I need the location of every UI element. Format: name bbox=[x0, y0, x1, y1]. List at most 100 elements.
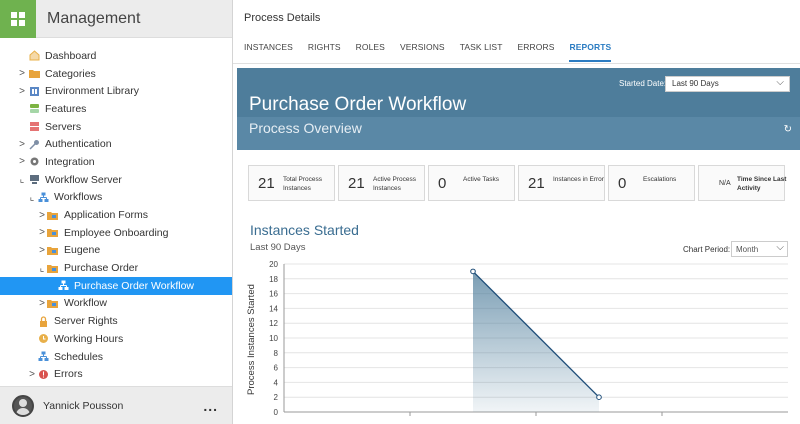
sidebar-item-authentication[interactable]: > Authentication bbox=[0, 135, 232, 153]
sidebar-item-employee-onboarding[interactable]: > Employee Onboarding bbox=[0, 224, 232, 242]
tab-instances[interactable]: INSTANCES bbox=[244, 42, 293, 62]
expand-chevron-icon[interactable]: > bbox=[37, 298, 47, 309]
data-point bbox=[470, 268, 476, 275]
sidebar-item-label: Workflow bbox=[64, 297, 107, 310]
user-name: Yannick Pousson bbox=[43, 399, 124, 412]
sidebar-item-application-forms[interactable]: > Application Forms bbox=[0, 206, 232, 224]
sidebar-item-categories[interactable]: > Categories bbox=[0, 65, 232, 83]
apps-icon[interactable] bbox=[0, 0, 36, 38]
stat-value: 21 bbox=[528, 175, 545, 192]
process-subtitle: Process Overview bbox=[249, 120, 362, 136]
refresh-icon[interactable]: ↻ bbox=[784, 124, 792, 135]
chevron-down-icon: ⌵ bbox=[776, 242, 784, 253]
sidebar-item-purchase-order-workflow[interactable]: Purchase Order Workflow bbox=[0, 276, 232, 295]
y-tick-label: 0 bbox=[274, 408, 279, 417]
sidebar-item-purchase-order[interactable]: ⌞ Purchase Order bbox=[0, 259, 232, 277]
sidebar-item-label: Categories bbox=[45, 67, 96, 80]
stat-value: 21 bbox=[348, 175, 365, 192]
y-tick-label: 2 bbox=[274, 393, 279, 402]
workflows-icon bbox=[38, 192, 49, 203]
chart-period-select[interactable]: Month ⌵ bbox=[731, 241, 788, 257]
expand-chevron-icon[interactable]: > bbox=[37, 245, 47, 256]
sidebar-item-environment-library[interactable]: > Environment Library bbox=[0, 82, 232, 100]
process-title: Purchase Order Workflow bbox=[249, 94, 467, 115]
tab-versions[interactable]: VERSIONS bbox=[400, 42, 445, 62]
sidebar-header: Management bbox=[0, 0, 232, 38]
sidebar-item-label: Workflow Server bbox=[45, 173, 122, 186]
features-icon bbox=[29, 103, 40, 114]
sidebar-item-label: Schedules bbox=[54, 350, 104, 363]
chart-subtitle: Last 90 Days bbox=[250, 242, 306, 253]
tab-rights[interactable]: RIGHTS bbox=[308, 42, 341, 62]
expand-chevron-icon[interactable]: > bbox=[17, 68, 27, 79]
chart-period-value: Month bbox=[736, 245, 759, 254]
sidebar-item-eugene[interactable]: > Eugene bbox=[0, 242, 232, 260]
folder-workflow-icon bbox=[47, 245, 58, 256]
instances-chart: 0 2 4 6 8 10 12 14 16 18 20 bbox=[269, 260, 788, 417]
stat-card-total-process-instances: 21 Total Process Instances bbox=[248, 165, 335, 201]
sidebar-item-server-rights[interactable]: Server Rights bbox=[0, 312, 232, 330]
sidebar-item-label: Application Forms bbox=[64, 209, 149, 222]
stat-value: 0 bbox=[438, 175, 447, 192]
sidebar: Management Dashboard > Categories > Environm… bbox=[0, 0, 233, 424]
sidebar-item-servers[interactable]: Servers bbox=[0, 118, 232, 136]
stat-label: Escalations bbox=[643, 176, 677, 183]
tab-errors[interactable]: ERRORS bbox=[518, 42, 555, 62]
expand-chevron-icon[interactable]: > bbox=[27, 369, 37, 380]
stat-card-escalations: 0 Escalations bbox=[608, 165, 695, 201]
expand-chevron-icon[interactable]: > bbox=[17, 139, 27, 150]
sidebar-item-workflow[interactable]: > Workflow bbox=[0, 295, 232, 313]
user-bar: Yannick Pousson ... bbox=[0, 386, 232, 424]
expand-chevron-icon[interactable]: > bbox=[37, 227, 47, 238]
clock-icon bbox=[38, 333, 49, 344]
sidebar-item-errors[interactable]: > Errors bbox=[0, 365, 232, 383]
sidebar-item-dashboard[interactable]: Dashboard bbox=[0, 47, 232, 65]
sidebar-item-workflow-server[interactable]: ⌞ Workflow Server bbox=[0, 171, 232, 189]
started-date-label: Started Date: bbox=[619, 79, 667, 88]
collapse-icon[interactable]: ⌞ bbox=[37, 263, 47, 274]
y-tick-label: 10 bbox=[269, 334, 278, 343]
avatar[interactable] bbox=[12, 394, 34, 417]
y-tick-label: 16 bbox=[269, 290, 278, 299]
tab-reports[interactable]: REPORTS bbox=[569, 42, 612, 62]
schedule-icon bbox=[38, 351, 49, 362]
tab-roles[interactable]: ROLES bbox=[356, 42, 385, 62]
sidebar-item-workflows[interactable]: ⌞ Workflows bbox=[0, 189, 232, 207]
sidebar-item-features[interactable]: Features bbox=[0, 100, 232, 118]
workflow-icon bbox=[58, 280, 69, 291]
folder-workflow-icon bbox=[47, 263, 58, 274]
area-fill bbox=[473, 271, 599, 412]
folder-workflow-icon bbox=[47, 298, 58, 309]
expand-chevron-icon[interactable]: > bbox=[17, 86, 27, 97]
y-tick-label: 14 bbox=[269, 304, 278, 313]
sidebar-item-working-hours[interactable]: Working Hours bbox=[0, 330, 232, 348]
expand-chevron-icon[interactable]: > bbox=[17, 156, 27, 167]
sidebar-item-integration[interactable]: > Integration bbox=[0, 153, 232, 171]
expand-chevron-icon[interactable]: > bbox=[37, 210, 47, 221]
chevron-down-icon: ⌵ bbox=[776, 77, 784, 88]
stat-label: Active Tasks bbox=[463, 176, 500, 183]
folder-icon bbox=[29, 68, 40, 79]
stat-label: Active Process Instances bbox=[373, 176, 416, 192]
y-tick-label: 20 bbox=[269, 260, 278, 269]
sidebar-item-schedules[interactable]: Schedules bbox=[0, 348, 232, 366]
sidebar-item-label: Purchase Order bbox=[64, 262, 139, 275]
library-icon bbox=[29, 86, 40, 97]
y-tick-label: 8 bbox=[274, 349, 279, 358]
y-tick-label: 12 bbox=[269, 319, 278, 328]
more-options-button[interactable]: ... bbox=[203, 398, 218, 414]
sidebar-item-label: Employee Onboarding bbox=[64, 226, 169, 239]
started-date-select[interactable]: Last 90 Days ⌵ bbox=[665, 76, 790, 92]
sidebar-item-label: Environment Library bbox=[45, 85, 139, 98]
sidebar-item-label: Errors bbox=[54, 368, 83, 381]
tab-task-list[interactable]: TASK LIST bbox=[460, 42, 503, 62]
error-icon bbox=[38, 369, 49, 380]
process-banner: Purchase Order Workflow Process Overview… bbox=[237, 68, 800, 150]
sidebar-item-label: Authentication bbox=[45, 138, 112, 151]
collapse-icon[interactable]: ⌞ bbox=[27, 192, 37, 203]
tab-divider bbox=[233, 63, 800, 64]
collapse-icon[interactable]: ⌞ bbox=[17, 174, 27, 185]
stat-value: 0 bbox=[618, 175, 627, 192]
sidebar-item-label: Server Rights bbox=[54, 315, 118, 328]
dashboard-icon bbox=[29, 50, 40, 61]
